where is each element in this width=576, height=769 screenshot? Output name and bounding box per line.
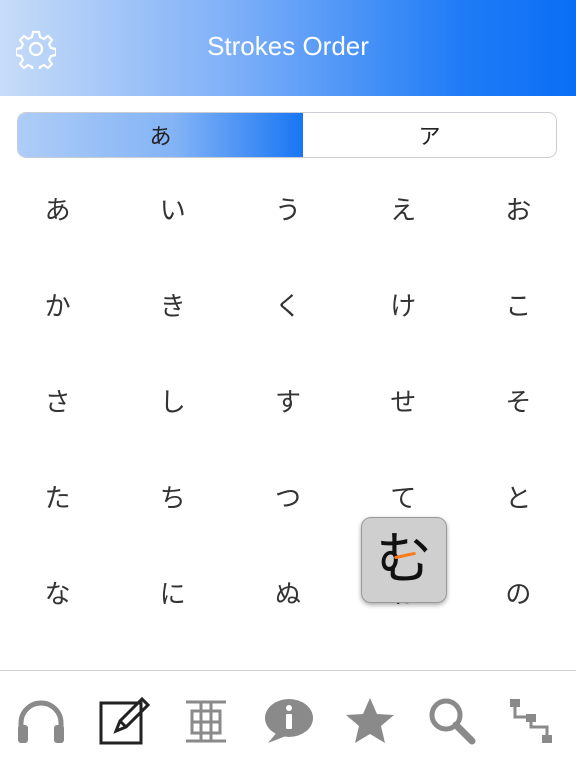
pencil-edit-icon [99, 696, 150, 745]
headphones-icon [18, 700, 64, 743]
kana-cell[interactable]: さ [0, 352, 115, 448]
preview-glyph: む [376, 532, 432, 588]
info-bubble-icon [265, 699, 313, 743]
kana-cell[interactable]: え [346, 160, 461, 256]
kana-cell[interactable]: と [461, 448, 576, 544]
kana-cell[interactable]: す [230, 352, 345, 448]
script-segmented-control[interactable]: あ ア [17, 112, 557, 158]
kana-cell[interactable]: に [115, 544, 230, 640]
tab-info[interactable] [260, 693, 316, 749]
kanji-icon [186, 700, 226, 743]
kana-cell[interactable]: こ [461, 256, 576, 352]
preview-glyph-text: む [376, 527, 432, 592]
kana-row: た ち つ て と [0, 448, 576, 544]
kana-cell[interactable]: け [346, 256, 461, 352]
kana-cell[interactable]: い [115, 160, 230, 256]
page-title: Strokes Order [207, 31, 369, 61]
kana-row: な に ぬ ね の [0, 544, 576, 640]
tab-kanji[interactable] [178, 693, 234, 749]
kana-row: あ い う え お [0, 160, 576, 256]
tab-favorites[interactable] [342, 693, 398, 749]
search-icon [429, 698, 476, 745]
kana-cell[interactable]: の [461, 544, 576, 640]
kana-cell[interactable]: き [115, 256, 230, 352]
stroke-path-icon [510, 699, 552, 743]
tab-search[interactable] [424, 693, 480, 749]
kana-cell[interactable]: お [461, 160, 576, 256]
stroke-preview-popup[interactable]: む [361, 517, 447, 603]
kana-cell[interactable]: せ [346, 352, 461, 448]
kana-cell[interactable]: ち [115, 448, 230, 544]
star-icon [346, 698, 394, 743]
tab-stroke-path[interactable] [504, 693, 560, 749]
tab-practice[interactable] [96, 693, 152, 749]
kana-cell[interactable]: な [0, 544, 115, 640]
kana-cell[interactable]: し [115, 352, 230, 448]
bottom-tab-bar [0, 670, 576, 769]
kana-cell[interactable]: う [230, 160, 345, 256]
kana-cell[interactable]: く [230, 256, 345, 352]
tab-audio[interactable] [13, 693, 69, 749]
kana-grid: あ い う え お か き く け こ さ し す せ そ た ち つ て と … [0, 160, 576, 640]
nav-header: Strokes Order [0, 0, 576, 96]
kana-cell[interactable]: つ [230, 448, 345, 544]
kana-row: さ し す せ そ [0, 352, 576, 448]
kana-row: か き く け こ [0, 256, 576, 352]
kana-cell[interactable]: そ [461, 352, 576, 448]
kana-cell[interactable]: た [0, 448, 115, 544]
kana-cell[interactable]: か [0, 256, 115, 352]
segment-hiragana[interactable]: あ [18, 113, 303, 157]
segment-katakana[interactable]: ア [303, 113, 556, 157]
kana-cell[interactable]: あ [0, 160, 115, 256]
kana-cell[interactable]: ぬ [230, 544, 345, 640]
